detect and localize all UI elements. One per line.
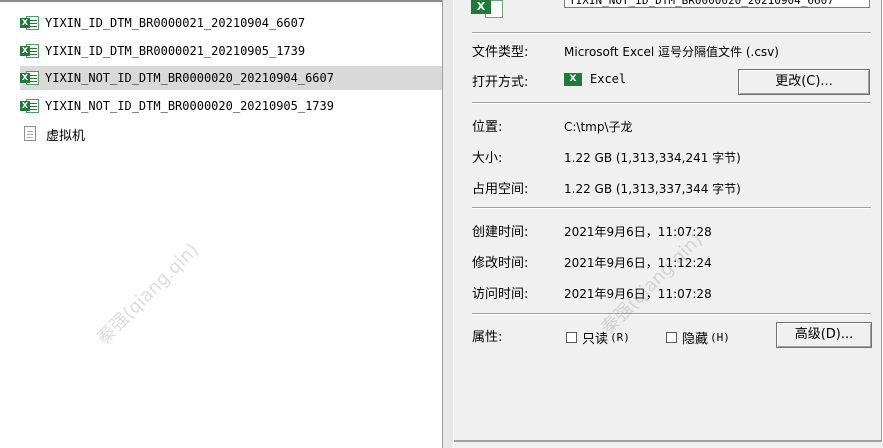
separator [472, 207, 871, 209]
file-row[interactable]: 虚拟机 [20, 122, 440, 146]
readonly-label: 只读 [582, 332, 609, 347]
hidden-checkbox-group[interactable]: 隐藏 (H) [666, 328, 730, 347]
file-name: YIXIN_NOT_ID_DTM_BR0000020_20210904_6607 [45, 71, 334, 85]
excel-file-icon: X [20, 71, 40, 85]
created-label: 创建时间: [472, 225, 529, 240]
hidden-label: 隐藏 [682, 332, 709, 347]
attributes-label: 属性: [472, 330, 503, 345]
size-value: 1.22 GB (1,313,334,241 字节) [564, 151, 741, 165]
change-button[interactable]: 更改(C)... [738, 69, 870, 95]
pane-divider[interactable] [442, 0, 453, 448]
excel-file-icon: X [20, 99, 40, 113]
excel-file-icon: X [20, 16, 40, 30]
watermark: 秦强(qiang.qin) [93, 239, 203, 349]
hidden-checkbox[interactable] [666, 332, 677, 343]
excel-app-icon: X [564, 73, 582, 86]
pane-bottom-border [454, 440, 883, 442]
file-type-value: Microsoft Excel 逗号分隔值文件 (.csv) [564, 45, 779, 59]
separator [472, 313, 871, 315]
file-type-label: 文件类型: [472, 45, 529, 60]
file-name: 虚拟机 [46, 128, 86, 144]
readonly-checkbox[interactable] [566, 332, 577, 343]
accessed-value: 2021年9月6日，11:07:28 [564, 287, 712, 301]
file-name: YIXIN_ID_DTM_BR0000021_20210905_1739 [45, 44, 306, 58]
file-row[interactable]: X YIXIN_ID_DTM_BR0000021_20210904_6607 [20, 11, 440, 35]
open-with-value: X Excel [564, 72, 626, 86]
separator [472, 102, 871, 104]
readonly-checkbox-group[interactable]: 只读 (R) [566, 328, 630, 347]
excel-file-large-icon: X [471, 0, 505, 20]
readonly-hotkey: (R) [610, 331, 630, 344]
disk-size-label: 占用空间: [472, 182, 529, 197]
disk-size-value: 1.22 GB (1,313,337,344 字节) [564, 182, 741, 196]
modified-label: 修改时间: [472, 256, 529, 271]
modified-value: 2021年9月6日，11:12:24 [564, 256, 712, 270]
file-row[interactable]: X YIXIN_ID_DTM_BR0000021_20210905_1739 [20, 39, 440, 63]
file-row[interactable]: X YIXIN_NOT_ID_DTM_BR0000020_20210905_17… [20, 94, 440, 118]
text-file-icon [24, 126, 38, 142]
file-list-top-border [0, 0, 442, 2]
advanced-button[interactable]: 高级(D)... [776, 322, 872, 348]
file-row-selected[interactable]: X YIXIN_NOT_ID_DTM_BR0000020_20210904_66… [20, 66, 442, 90]
location-label: 位置: [472, 120, 503, 135]
file-name: YIXIN_NOT_ID_DTM_BR0000020_20210905_1739 [45, 99, 334, 113]
size-label: 大小: [472, 151, 503, 166]
file-list-pane: X YIXIN_ID_DTM_BR0000021_20210904_6607 X… [0, 0, 442, 448]
accessed-label: 访问时间: [472, 287, 529, 302]
watermark: 秦强(qiang.qin) [597, 229, 707, 339]
separator [472, 32, 871, 34]
properties-pane: X YIXIN_NOT_ID_DTM_BR0000020_20210904_66… [453, 0, 883, 448]
excel-file-icon: X [20, 44, 40, 58]
hidden-hotkey: (H) [710, 331, 730, 344]
open-with-label: 打开方式: [472, 75, 529, 90]
file-name: YIXIN_ID_DTM_BR0000021_20210904_6607 [45, 16, 306, 30]
filename-field[interactable]: YIXIN_NOT_ID_DTM_BR0000020_20210904_6607 [564, 0, 870, 8]
created-value: 2021年9月6日，11:07:28 [564, 225, 712, 239]
location-value: C:\tmp\子龙 [564, 120, 633, 134]
